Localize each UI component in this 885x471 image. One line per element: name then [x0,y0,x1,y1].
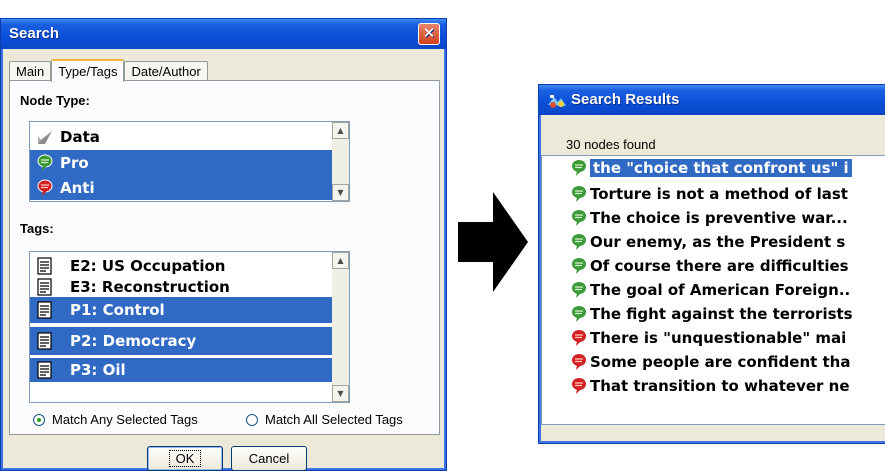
tag-label-e3: E3: Reconstruction [70,277,230,296]
pro-balloon-icon [570,305,588,323]
node-type-label: Node Type: [20,93,90,108]
tag-label-p3: P3: Oil [70,361,126,379]
anti-balloon-icon [570,353,588,371]
search-results-title: Search Results [571,91,680,108]
search-dialog-titlebar[interactable]: Search ✕ [1,19,446,49]
tag-label-p2: P2: Democracy [70,332,197,350]
tab-type-tags[interactable]: Type/Tags [51,59,125,82]
tab-main[interactable]: Main [9,61,52,81]
scroll-up-icon[interactable]: ▲ [332,252,349,269]
match-all-label: Match All Selected Tags [265,412,403,427]
result-text: the "choice that confront us" i [590,159,852,177]
match-any-option[interactable]: Match Any Selected Tags [33,412,198,427]
tab-date-author[interactable]: Date/Author [124,61,208,81]
anti-balloon-icon [36,179,54,197]
result-row[interactable]: There is "unquestionable" mai [570,326,885,350]
tag-item-e2[interactable]: E2: US Occupation [30,255,332,276]
tag-item-e3[interactable]: E3: Reconstruction [30,276,332,297]
type-tags-panel: Node Type: Data Pro Anti ▲ ▼ Tags: E2: U… [9,80,440,435]
node-type-label-pro: Pro [60,153,89,172]
tag-document-icon [36,301,54,319]
match-any-label: Match Any Selected Tags [52,412,198,427]
scroll-down-icon[interactable]: ▼ [332,385,349,402]
tags-scrollbar[interactable]: ▲ ▼ [332,252,349,402]
result-row[interactable]: Our enemy, as the President s [570,230,885,254]
result-row[interactable]: Of course there are difficulties [570,254,885,278]
result-row[interactable]: The choice is preventive war... [570,206,885,230]
result-row[interactable]: the "choice that confront us" i [570,156,885,180]
tag-item-p2[interactable]: P2: Democracy [30,327,332,355]
radio-match-any[interactable] [33,413,45,426]
result-text: Some people are confident tha [590,353,851,371]
result-row[interactable]: Torture is not a method of last [570,182,885,206]
pro-balloon-icon [570,233,588,251]
node-type-item-anti[interactable]: Anti [30,175,332,200]
ok-button-label: OK [168,450,202,467]
nodes-found-count: 30 nodes found [566,137,656,152]
tag-label-e2: E2: US Occupation [70,256,226,275]
match-all-option[interactable]: Match All Selected Tags [246,412,403,427]
result-text: The fight against the terrorists [590,305,853,323]
node-type-item-pro[interactable]: Pro [30,150,332,175]
pro-balloon-icon [570,185,588,203]
anti-balloon-icon [570,329,588,347]
app-icon [547,92,567,110]
results-list[interactable]: the "choice that confront us" i Torture … [541,155,885,425]
result-row[interactable]: The goal of American Foreign.. [570,278,885,302]
scroll-down-icon[interactable]: ▼ [332,184,349,201]
tab-strip: Main Type/Tags Date/Author [9,59,208,82]
search-dialog-title: Search [9,25,60,42]
tags-list[interactable]: E2: US Occupation E3: Reconstruction P1:… [29,251,350,403]
tag-document-icon [36,361,54,379]
radio-match-all[interactable] [246,413,258,426]
node-type-label-data: Data [60,127,100,146]
result-text: Of course there are difficulties [590,257,849,275]
result-text: Our enemy, as the President s [590,233,846,251]
tag-label-p1: P1: Control [70,301,165,319]
cancel-button[interactable]: Cancel [231,446,307,471]
node-type-label-anti: Anti [60,178,95,197]
tag-document-icon [36,332,54,350]
result-text: The goal of American Foreign.. [590,281,851,299]
tag-item-p3[interactable]: P3: Oil [30,358,332,382]
search-results-window: Search Results 30 nodes found the "choic… [538,84,885,444]
result-row[interactable]: That transition to whatever ne [570,374,885,398]
ok-button[interactable]: OK [147,446,223,471]
pro-balloon-icon [570,281,588,299]
data-node-icon [36,128,54,146]
result-row[interactable]: Some people are confident tha [570,350,885,374]
pro-balloon-icon [36,154,54,172]
result-text: That transition to whatever ne [590,377,850,395]
result-text: The choice is preventive war... [590,209,848,227]
tags-label: Tags: [20,221,54,236]
anti-balloon-icon [570,377,588,395]
result-text: There is "unquestionable" mai [590,329,847,347]
search-results-titlebar[interactable]: Search Results [539,85,885,115]
search-dialog: Search ✕ Main Type/Tags Date/Author Node… [0,18,447,471]
pro-balloon-icon [570,257,588,275]
tag-document-icon [36,277,54,296]
node-type-item-data[interactable]: Data [30,124,332,149]
close-icon[interactable]: ✕ [418,23,440,45]
tag-document-icon [36,256,54,275]
result-row[interactable]: The fight against the terrorists [570,302,885,326]
pro-balloon-icon [570,209,588,227]
pro-balloon-icon [570,159,588,177]
node-type-list[interactable]: Data Pro Anti ▲ ▼ [29,121,350,202]
result-text: Torture is not a method of last [590,185,848,203]
tag-item-p1[interactable]: P1: Control [30,297,332,323]
node-type-scrollbar[interactable]: ▲ ▼ [332,122,349,201]
scroll-up-icon[interactable]: ▲ [332,122,349,139]
right-arrow-icon [458,192,528,296]
